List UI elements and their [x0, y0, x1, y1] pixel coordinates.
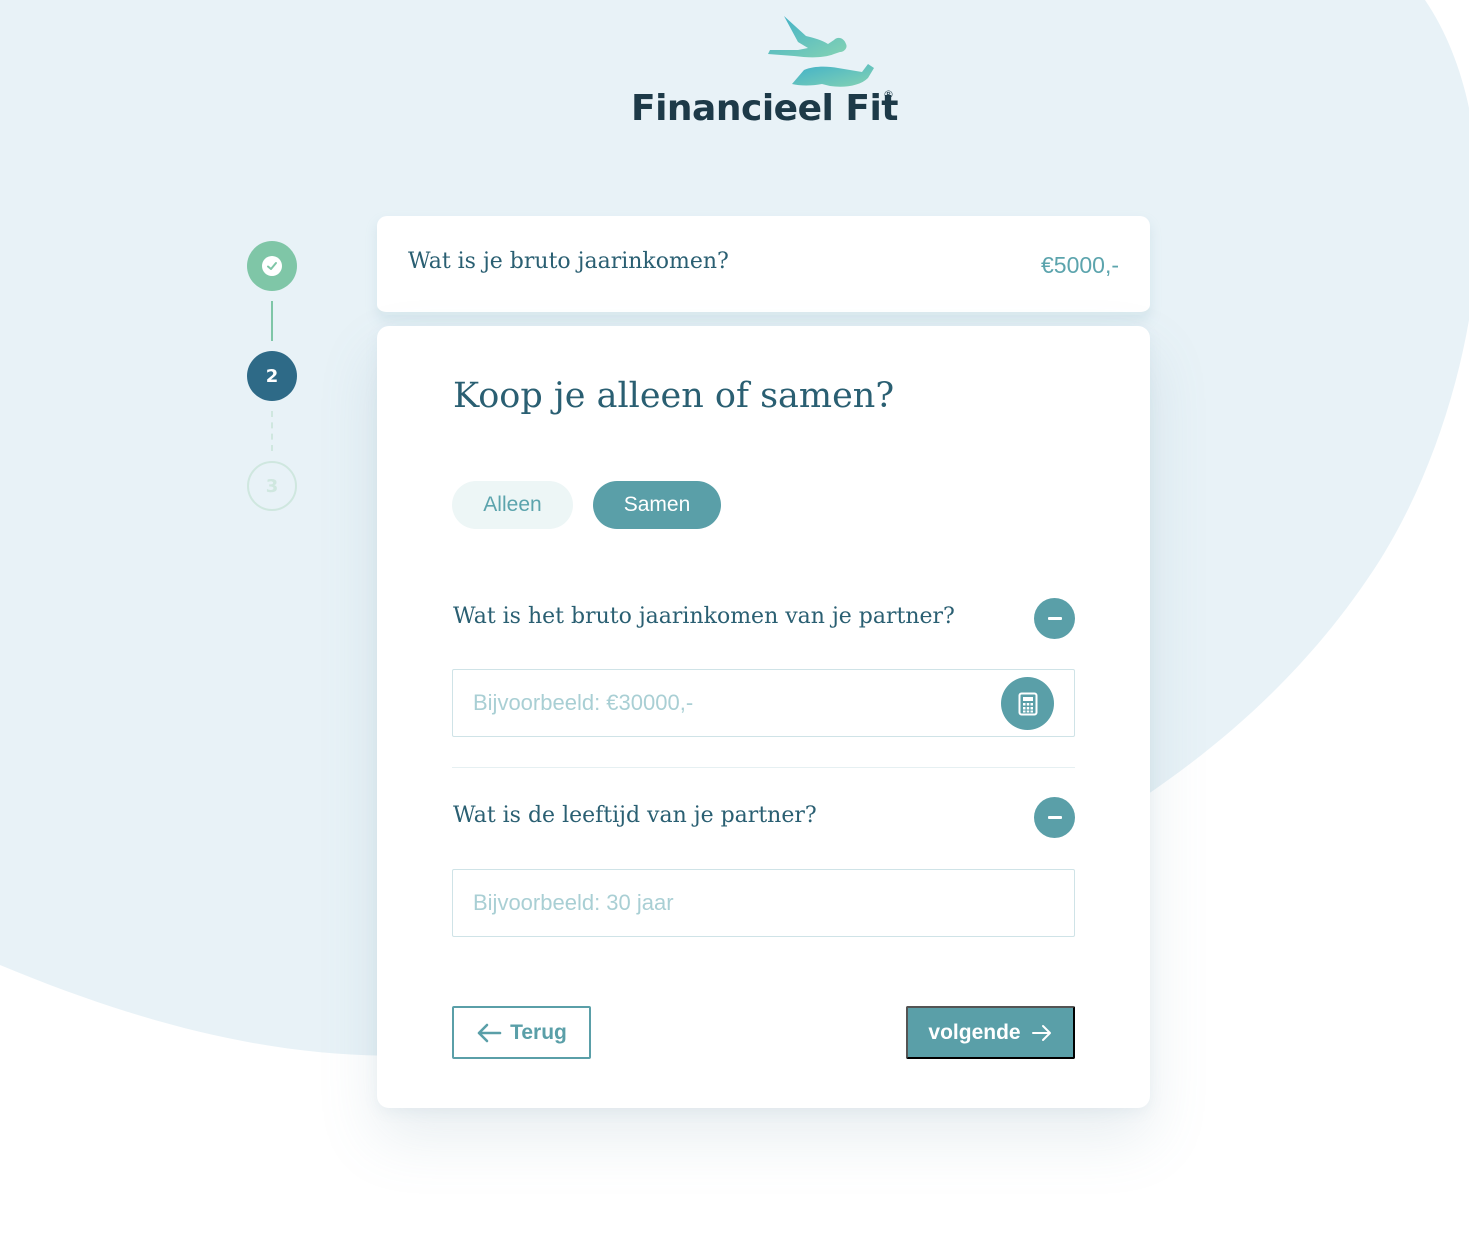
partner-age-collapse-button[interactable]	[1034, 797, 1075, 838]
arrow-left-icon	[477, 1023, 502, 1042]
question-title: Koop je alleen of samen?	[453, 376, 895, 416]
partner-age-label: Wat is de leeftijd van je partner?	[453, 803, 817, 828]
step-connector-pending	[271, 411, 273, 451]
registered-mark: ®	[883, 88, 894, 101]
partner-income-collapse-button[interactable]	[1034, 598, 1075, 639]
previous-answer-card[interactable]: Wat is je bruto jaarinkomen? €5000,-	[377, 216, 1150, 315]
next-button-label: volgende	[928, 1020, 1021, 1044]
previous-answer-value: €5000,-	[1040, 252, 1119, 278]
partner-income-label: Wat is het bruto jaarinkomen van je part…	[453, 604, 955, 629]
jumping-figure-icon	[768, 16, 874, 87]
brand-name: Financieel Fit	[631, 88, 899, 129]
previous-question: Wat is je bruto jaarinkomen?	[408, 249, 729, 274]
check-icon	[262, 256, 282, 276]
step-connector-done	[271, 301, 273, 341]
arrow-right-icon	[1031, 1024, 1051, 1041]
step-3-upcoming: 3	[247, 461, 297, 511]
back-button[interactable]: Terug	[452, 1006, 591, 1059]
calculator-icon	[1018, 692, 1037, 715]
option-samen-button[interactable]: Samen	[593, 481, 721, 529]
partner-income-input[interactable]	[453, 670, 1074, 736]
partner-age-field	[452, 869, 1075, 937]
question-card: Koop je alleen of samen? Alleen Samen Wa…	[377, 326, 1150, 1108]
step-2-active[interactable]: 2	[247, 351, 297, 401]
next-button[interactable]: volgende	[906, 1006, 1075, 1059]
calculator-button[interactable]	[1001, 677, 1054, 730]
option-alleen-button[interactable]: Alleen	[452, 481, 573, 529]
partner-age-input[interactable]	[453, 870, 1074, 936]
minus-icon	[1047, 617, 1062, 620]
brand-logo: Financieel Fit ®	[628, 12, 899, 137]
back-button-label: Terug	[510, 1020, 567, 1044]
section-divider	[452, 767, 1075, 768]
minus-icon	[1047, 816, 1062, 819]
step-1-completed[interactable]	[247, 241, 297, 291]
partner-income-field	[452, 669, 1075, 737]
progress-stepper: 2 3	[247, 241, 297, 511]
